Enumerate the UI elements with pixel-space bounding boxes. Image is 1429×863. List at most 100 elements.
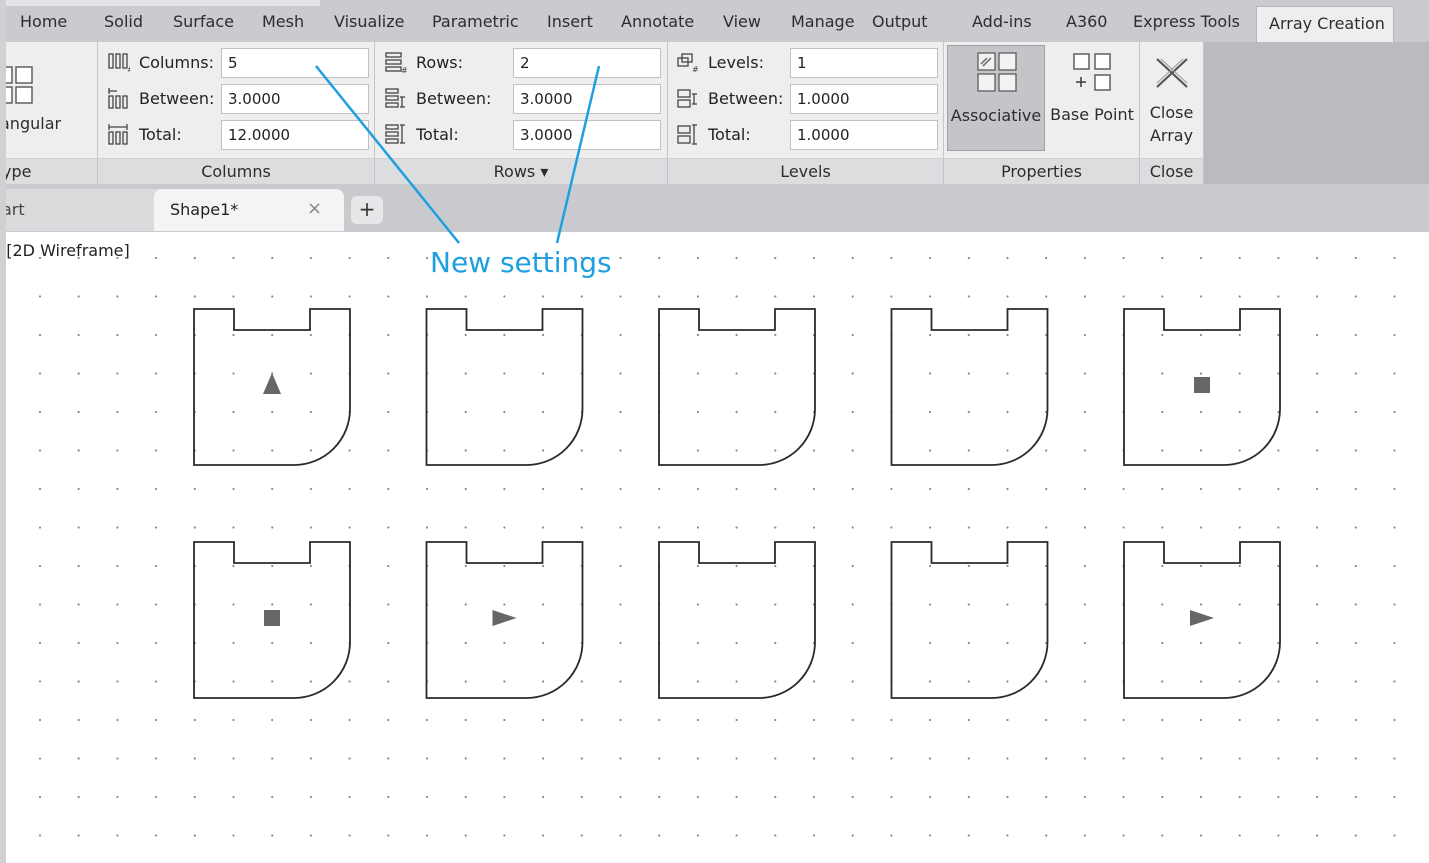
grid-dot [1161,256,1164,260]
grid-dot [1316,680,1319,683]
grid-dot [696,449,700,452]
tab-view[interactable]: View [723,12,761,31]
triangle-grip-icon[interactable] [492,610,517,626]
close-array-button[interactable]: Close Array [1140,45,1203,151]
grid-dot [1199,449,1203,452]
rows-count-input[interactable]: 2 [513,48,661,78]
levels-count-input[interactable]: 1 [790,48,938,78]
tab-output[interactable]: Output [872,12,928,31]
grid-dot [155,641,158,645]
grid-dot [425,295,429,298]
new-tab-plus-icon[interactable]: + [351,196,383,224]
close-panel: Close Array Close [1140,42,1204,184]
array-shape[interactable] [425,308,584,466]
grid-dot [1277,487,1280,491]
grid-dot [774,641,777,645]
associative-button[interactable]: Associative [947,45,1045,151]
close-tab-icon[interactable]: × [307,198,322,219]
grid-dot [77,564,80,568]
base-point-button[interactable]: Base Point [1047,45,1137,151]
grid-dot [464,333,467,337]
grid-dot [232,410,235,414]
grid-dot [1354,487,1357,491]
tab-home[interactable]: Home [20,12,67,31]
triangle-grip-icon[interactable] [263,373,281,394]
grid-dot [890,295,893,298]
tab-array-creation[interactable]: Array Creation [1256,6,1394,42]
grid-dot [116,718,119,722]
grid-dot [77,372,80,375]
levels-count-label: Levels: [708,53,764,72]
associative-icon [977,52,1017,92]
grid-dot [1393,834,1396,837]
ribbon: angular ype # Columns: 5 Between: 3.0000 [0,42,1429,184]
grid-dot [309,757,312,760]
base-point-icon [1073,53,1111,91]
grid-dot [1316,410,1319,414]
tab-parametric[interactable]: Parametric [432,12,519,31]
base-point-label: Base Point [1050,105,1134,124]
grid-dot [1277,757,1280,760]
grid-dot [77,333,80,337]
grid-dot [1238,256,1241,260]
grid-dot [1045,449,1048,452]
rectangular-array-icon[interactable] [0,64,40,110]
array-shape[interactable] [890,308,1049,466]
triangle-grip-icon[interactable] [1190,610,1214,626]
column-total-input[interactable]: 12.0000 [221,120,369,150]
grid-dot [503,603,506,606]
column-spacing-icon [108,88,128,109]
tab-a360[interactable]: A360 [1066,12,1107,31]
grid-dot [929,603,932,606]
grid-dot [735,333,738,337]
square-grip-icon[interactable] [264,610,280,626]
tab-express-tools[interactable]: Express Tools [1133,12,1240,31]
shape1-tab[interactable]: Shape1* × [154,189,344,231]
tab-surface[interactable]: Surface [173,12,234,31]
tab-visualize[interactable]: Visualize [334,12,404,31]
grid-dot [1393,680,1396,683]
grid-dot [735,372,738,375]
tab-mesh[interactable]: Mesh [262,12,304,31]
grid-dot [696,372,700,375]
tab-addins[interactable]: Add-ins [972,12,1032,31]
grid-dot [696,641,700,645]
grid-dot [1238,487,1241,491]
square-grip-icon[interactable] [1194,377,1210,393]
column-between-label: Between: [139,89,215,108]
column-between-input[interactable]: 3.0000 [221,84,369,114]
tab-insert[interactable]: Insert [547,12,593,31]
viewport-style-label[interactable]: ][2D Wireframe] [0,241,130,260]
rows-panel-label[interactable]: Rows ▾ [375,158,667,184]
grid-dot [735,680,738,683]
tab-solid[interactable]: Solid [104,12,143,31]
row-between-input[interactable]: 3.0000 [513,84,661,114]
grid-dot [387,680,390,683]
level-total-input[interactable]: 1.0000 [790,120,938,150]
grid-dot [542,641,545,645]
columns-count-input[interactable]: 5 [221,48,369,78]
tab-manage[interactable]: Manage [791,12,855,31]
grid-dot [1199,333,1203,337]
row-between-label: Between: [416,89,492,108]
grid-dot [193,487,196,491]
grid-dot [890,718,893,722]
grid-dot [1045,680,1048,683]
grid-dot [542,564,545,568]
level-between-input[interactable]: 1.0000 [790,84,938,114]
grid-dot [155,256,158,260]
row-total-input[interactable]: 3.0000 [513,120,661,150]
grid-dot [77,295,80,298]
rectangular-button-label[interactable]: angular [0,114,61,133]
array-shape[interactable] [658,308,816,466]
grid-dot [1354,641,1357,645]
grid-dot [1199,718,1203,722]
drawing-canvas[interactable]: ][2D Wireframe] New settings [0,232,1429,863]
grid-dot [1354,410,1357,414]
start-tab[interactable]: art [0,189,178,231]
grid-dot [1122,295,1125,298]
tab-annotate[interactable]: Annotate [621,12,694,31]
grid-dot [1199,757,1203,760]
grid-dot [929,526,932,529]
grid-dot [967,680,970,683]
